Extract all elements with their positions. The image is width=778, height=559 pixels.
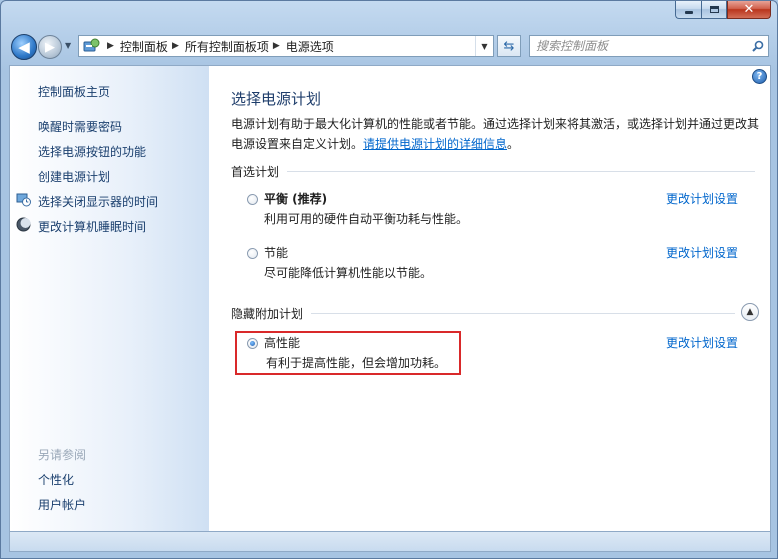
change-plan-settings-high-performance[interactable]: 更改计划设置 bbox=[666, 334, 738, 351]
collapse-hidden-plans-button[interactable]: ▲ bbox=[741, 303, 759, 321]
chevron-up-icon: ▲ bbox=[746, 307, 754, 317]
refresh-icon: ⇆ bbox=[503, 38, 515, 54]
search-icon[interactable] bbox=[748, 40, 768, 52]
plan-name-balanced[interactable]: 平衡 (推荐) bbox=[264, 190, 327, 207]
main-content: ? 选择电源计划 电源计划有助于最大化计算机的性能或者节能。通过选择计划来将其激… bbox=[209, 65, 771, 531]
plan-desc-high-performance: 有利于提高性能，但会增加功耗。 bbox=[266, 356, 447, 370]
recent-pages-dropdown[interactable]: ▼ bbox=[65, 41, 71, 50]
address-bar[interactable]: ▶ 控制面板 ▶ 所有控制面板项 ▶ 电源选项 ▼ bbox=[78, 35, 494, 57]
search-input[interactable] bbox=[536, 37, 748, 55]
chevron-right-icon[interactable]: ▶ bbox=[172, 41, 179, 51]
sidebar-item-user-accounts[interactable]: 用户帐户 bbox=[38, 496, 86, 513]
caption-buttons: ✕ bbox=[675, 1, 771, 19]
sidebar: 控制面板主页 唤醒时需要密码 选择电源按钮的功能 创建电源计划 选择关闭显示器的… bbox=[9, 65, 209, 531]
chevron-down-icon: ▼ bbox=[65, 41, 72, 50]
power-options-window: ✕ ◀ ▶ ▼ ▶ 控制面板 ▶ 所有控制面板项 ▶ 电源选项 ▼ ⇆ 搜索控制… bbox=[0, 0, 778, 559]
breadcrumb-item[interactable]: 控制面板 bbox=[120, 38, 168, 55]
sidebar-item-create-plan[interactable]: 创建电源计划 bbox=[38, 168, 110, 185]
minimize-icon bbox=[684, 11, 693, 14]
hidden-plans-label: 隐藏附加计划 bbox=[231, 307, 304, 321]
close-button[interactable]: ✕ bbox=[727, 1, 771, 19]
arrow-right-icon: ▶ bbox=[45, 39, 55, 55]
monitor-clock-icon bbox=[16, 192, 31, 207]
help-button[interactable]: ? bbox=[752, 69, 767, 84]
chevron-right-icon[interactable]: ▶ bbox=[273, 41, 280, 51]
moon-icon bbox=[16, 217, 31, 232]
address-dropdown[interactable]: ▼ bbox=[475, 36, 493, 56]
plan-desc-power-saver: 尽可能降低计算机性能以节能。 bbox=[264, 266, 433, 280]
plan-name-high-performance[interactable]: 高性能 bbox=[264, 334, 300, 351]
sidebar-item-home[interactable]: 控制面板主页 bbox=[38, 83, 110, 100]
page-title: 选择电源计划 bbox=[231, 90, 322, 108]
sidebar-item-sleep-time[interactable]: 更改计算机睡眠时间 bbox=[38, 218, 146, 235]
plan-radio-power-saver[interactable] bbox=[247, 248, 258, 259]
preferred-plans-heading: 首选计划 bbox=[231, 163, 755, 180]
change-plan-settings-balanced[interactable]: 更改计划设置 bbox=[666, 190, 738, 207]
refresh-button[interactable]: ⇆ bbox=[497, 35, 521, 57]
breadcrumb: ▶ 控制面板 ▶ 所有控制面板项 ▶ 电源选项 bbox=[103, 38, 334, 55]
maximize-button[interactable] bbox=[701, 1, 727, 19]
intro-paragraph: 电源计划有助于最大化计算机的性能或者节能。通过选择计划来将其激活，或选择计划并通… bbox=[231, 114, 763, 154]
section-divider bbox=[287, 171, 755, 172]
maximize-icon bbox=[709, 6, 719, 13]
chevron-down-icon: ▼ bbox=[481, 41, 488, 51]
status-bar bbox=[9, 531, 771, 552]
minimize-button[interactable] bbox=[675, 1, 701, 19]
sidebar-item-power-button[interactable]: 选择电源按钮的功能 bbox=[38, 143, 146, 160]
back-button[interactable]: ◀ bbox=[11, 34, 37, 60]
forward-button[interactable]: ▶ bbox=[38, 35, 62, 59]
close-icon: ✕ bbox=[743, 2, 755, 17]
change-plan-settings-power-saver[interactable]: 更改计划设置 bbox=[666, 244, 738, 261]
sidebar-item-personalize[interactable]: 个性化 bbox=[38, 471, 74, 488]
plan-details-link[interactable]: 请提供电源计划的详细信息 bbox=[363, 137, 507, 151]
breadcrumb-item[interactable]: 电源选项 bbox=[286, 38, 334, 55]
plan-desc-balanced: 利用可用的硬件自动平衡功耗与性能。 bbox=[264, 212, 469, 226]
breadcrumb-item[interactable]: 所有控制面板项 bbox=[185, 38, 269, 55]
section-divider bbox=[311, 313, 735, 314]
search-box bbox=[529, 35, 769, 57]
hidden-plans-heading: 隐藏附加计划 bbox=[231, 305, 735, 322]
arrow-left-icon: ◀ bbox=[18, 38, 30, 56]
plan-name-power-saver[interactable]: 节能 bbox=[264, 244, 288, 261]
intro-end: 。 bbox=[507, 137, 520, 151]
chevron-right-icon[interactable]: ▶ bbox=[107, 41, 114, 51]
help-icon: ? bbox=[756, 71, 763, 82]
plan-radio-high-performance[interactable] bbox=[247, 338, 258, 349]
plan-radio-balanced[interactable] bbox=[247, 194, 258, 205]
see-also-heading: 另请参阅 bbox=[38, 448, 87, 462]
sidebar-item-display-off[interactable]: 选择关闭显示器的时间 bbox=[38, 193, 158, 210]
preferred-plans-label: 首选计划 bbox=[231, 165, 280, 179]
control-panel-icon bbox=[83, 38, 101, 54]
sidebar-item-wake-password[interactable]: 唤醒时需要密码 bbox=[38, 118, 122, 135]
